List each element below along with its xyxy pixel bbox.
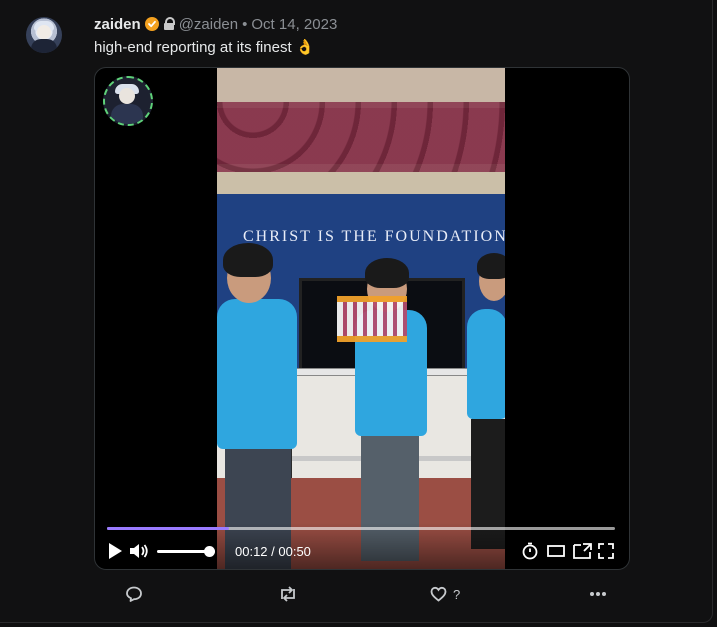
heart-icon (430, 586, 447, 602)
avatar[interactable] (26, 17, 62, 53)
reply-button[interactable] (125, 582, 143, 606)
pip-button[interactable] (573, 541, 593, 561)
watermark-avatar (103, 76, 153, 126)
progress-bar[interactable] (107, 527, 615, 530)
post-actions: ? (0, 582, 712, 606)
pip-icon (573, 542, 592, 559)
timer-icon (522, 542, 538, 560)
like-button[interactable]: ? (430, 582, 460, 606)
post-text: high-end reporting at its finest 👌 (94, 39, 315, 56)
author-handle[interactable]: @zaiden (179, 16, 238, 33)
reply-icon (126, 586, 142, 602)
theater-mode-button[interactable] (547, 541, 567, 561)
fullscreen-button[interactable] (598, 541, 618, 561)
video-player[interactable]: CHRIST IS THE FOUNDATION 00:12 / 00:50 (94, 67, 630, 570)
fullscreen-icon (598, 543, 614, 559)
avatar-face (37, 25, 51, 39)
repost-button[interactable] (278, 582, 298, 606)
volume-button[interactable] (129, 541, 151, 561)
avatar-coat (31, 39, 57, 53)
header-separator: • (242, 15, 248, 33)
post-date[interactable]: Oct 14, 2023 (251, 16, 337, 33)
lock-icon (163, 17, 175, 31)
retweet-icon (281, 586, 295, 602)
volume-icon (130, 544, 148, 558)
curtain (217, 102, 505, 172)
author-name[interactable]: zaiden (94, 16, 141, 33)
person-right (467, 253, 505, 569)
video-frame[interactable]: CHRIST IS THE FOUNDATION (217, 68, 505, 569)
post-header: zaiden @zaiden • Oct 14, 2023 (94, 14, 337, 34)
held-object (337, 296, 407, 342)
post-card: zaiden @zaiden • Oct 14, 2023 high-end r… (0, 0, 713, 623)
like-count: ? (453, 586, 461, 602)
time-display: 00:12 / 00:50 (235, 544, 311, 559)
verified-badge-icon (144, 17, 159, 31)
play-button[interactable] (107, 541, 123, 561)
more-button[interactable] (589, 582, 607, 606)
theater-mode-icon (547, 545, 565, 557)
person-left (217, 243, 307, 569)
play-icon (109, 543, 122, 559)
more-icon (590, 592, 606, 596)
progress-fill (107, 527, 229, 530)
timer-button[interactable] (521, 541, 541, 561)
volume-knob[interactable] (203, 546, 215, 557)
video-controls: 00:12 / 00:50 (95, 523, 629, 569)
